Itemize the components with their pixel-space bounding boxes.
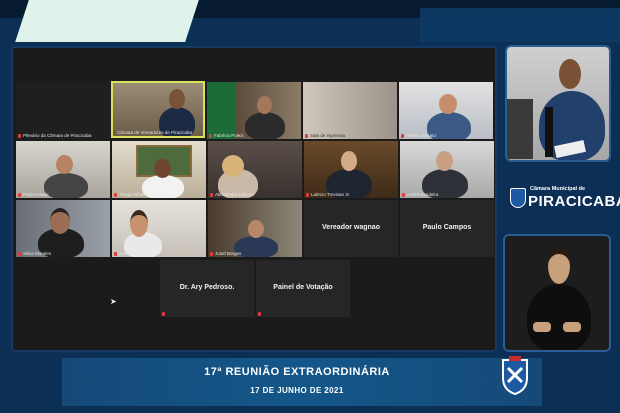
participant-name: Alessandra Bellucci [215, 192, 255, 197]
mic-muted-icon [306, 193, 309, 197]
mic-muted-icon [18, 193, 21, 197]
participant-tile-no-video[interactable]: Dr. Ary Pedroso. [160, 260, 254, 317]
logo-subtitle: Câmara Municipal de [530, 186, 586, 192]
president-camera [505, 45, 611, 162]
mic-muted-icon [162, 312, 165, 316]
event-title: 17ª REUNIÃO EXTRAORDINÁRIA [204, 366, 390, 378]
participant-tile-no-video[interactable]: Paulo Campos [400, 200, 494, 257]
participant-name: Thiago Ribeiro [119, 192, 149, 197]
participant-name: Ana Pavão [119, 251, 142, 256]
decorative-stripe [15, 0, 199, 42]
participant-tile-no-video[interactable]: Vereador wagnao [304, 200, 398, 257]
participant-name: Pedro Kawai [23, 192, 49, 197]
sign-language-interpreter-camera [503, 234, 611, 352]
mic-muted-icon [402, 193, 405, 197]
participant-name: Laércio Trevisan Jr. [311, 192, 351, 197]
mouse-cursor-icon: ➤ [110, 297, 117, 306]
participant-tile[interactable]: Thiago Ribeiro [112, 141, 206, 198]
decorative-band [420, 8, 620, 42]
participant-tile[interactable]: Pedro Kawai [16, 141, 110, 198]
coat-of-arms-icon [510, 188, 526, 208]
participant-tile[interactable]: Josef Borges [208, 200, 302, 257]
mic-muted-icon [305, 134, 308, 138]
participant-tile[interactable]: Laércio Trevisan Jr. [304, 141, 398, 198]
participant-tile[interactable]: Anilton Rissato [399, 82, 493, 139]
video-gallery: Plenário da Câmara de Piracicaba Câmara … [11, 46, 497, 352]
event-date: 17 DE JUNHO DE 2021 [250, 386, 344, 395]
participant-tile[interactable]: Silvia Morales [16, 200, 110, 257]
mic-muted-icon [18, 134, 21, 138]
logo-title: PIRACICABA [528, 193, 620, 210]
participant-name: Anilton Rissato [406, 133, 437, 138]
mic-muted-icon [18, 252, 21, 256]
participant-name: Plenário da Câmara de Piracicaba [23, 133, 92, 138]
mic-muted-icon [210, 252, 213, 256]
coat-of-arms-emblem-icon [500, 356, 530, 396]
participant-name: Josef Borges [215, 251, 242, 256]
participant-tile[interactable]: Ana Pavão [112, 200, 206, 257]
mic-muted-icon [114, 193, 117, 197]
participant-label: Dr. Ary Pedroso. [179, 284, 235, 291]
participant-name: André Bandeira [407, 192, 439, 197]
participant-name: Sala de imprensa [310, 133, 346, 138]
participant-tile[interactable]: Plenário da Câmara de Piracicaba [16, 82, 110, 139]
participant-name: Câmara de Vereadores de Piracicaba [117, 130, 193, 135]
mic-muted-icon [258, 312, 261, 316]
event-banner: 17ª REUNIÃO EXTRAORDINÁRIA 17 DE JUNHO D… [62, 358, 542, 406]
participant-tile[interactable]: Sala de imprensa [303, 82, 397, 139]
participant-label: Painel de Votação [273, 284, 333, 291]
participant-name: Fabricio Polezi [214, 133, 244, 138]
participant-label: Paulo Campos [422, 224, 472, 231]
mic-muted-icon [114, 252, 117, 256]
mic-muted-icon [209, 134, 212, 138]
mic-muted-icon [401, 134, 404, 138]
camara-logo: Câmara Municipal de PIRACICABA [510, 185, 620, 215]
participant-label: Vereador wagnao [322, 224, 380, 231]
participant-name: Silvia Morales [23, 251, 52, 256]
participant-tile-no-video[interactable]: Painel de Votação [256, 260, 350, 317]
participant-tile[interactable]: André Bandeira [400, 141, 494, 198]
mic-muted-icon [210, 193, 213, 197]
participant-tile[interactable]: Fabricio Polezi [207, 82, 301, 139]
participant-tile[interactable]: Alessandra Bellucci [208, 141, 302, 198]
participant-tile-active[interactable]: Câmara de Vereadores de Piracicaba [111, 81, 205, 138]
